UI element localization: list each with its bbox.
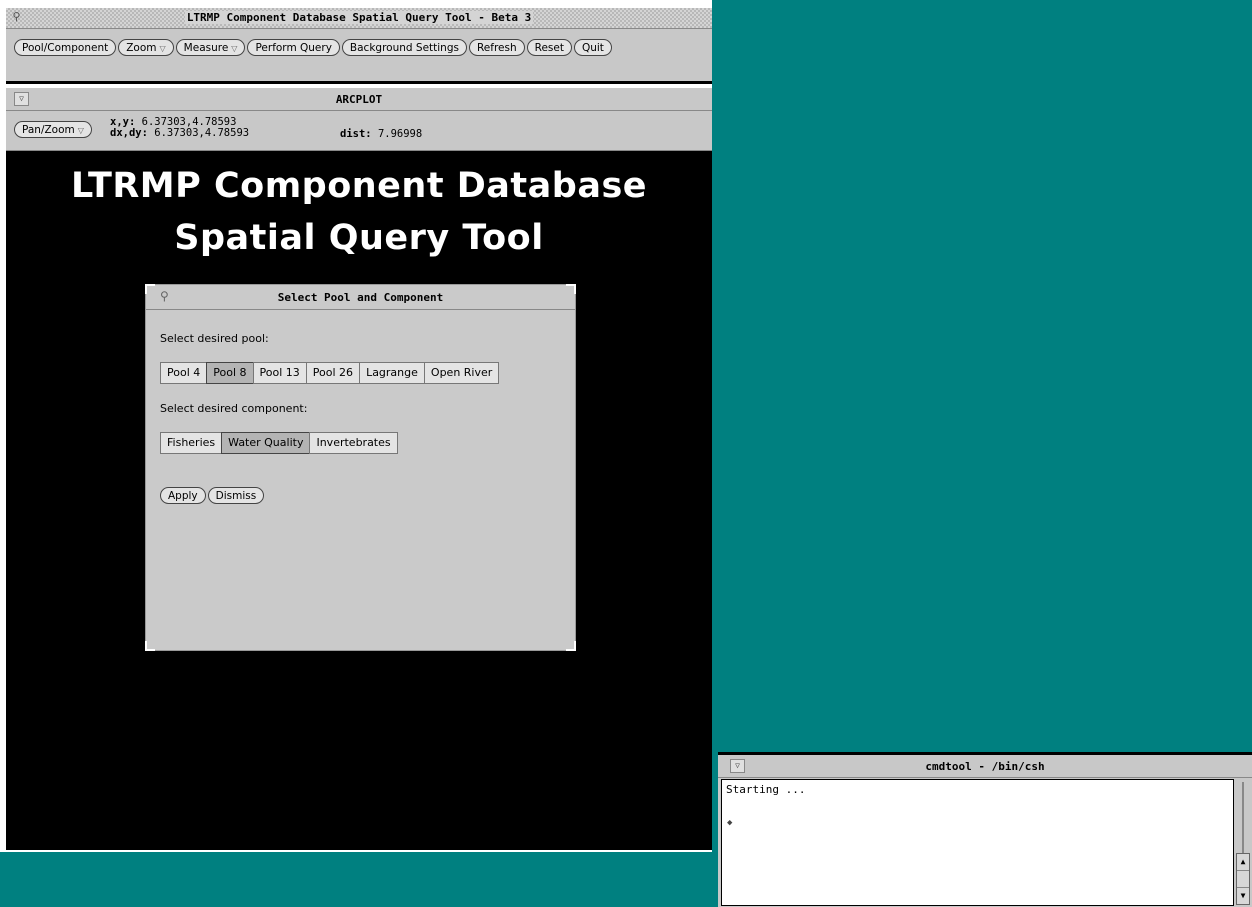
cmdtool-title: cmdtool - /bin/csh (925, 760, 1045, 773)
chevron-down-icon: ▽ (77, 126, 84, 135)
reset-label: Reset (534, 42, 564, 54)
dialog-titlebar[interactable]: ⚲ Select Pool and Component (146, 285, 575, 310)
dialog-actions: Apply Dismiss (160, 487, 266, 504)
measure-label: Measure (183, 42, 229, 54)
pool-option-lagrange[interactable]: Lagrange (359, 362, 425, 384)
chevron-down-icon: ▽ (159, 44, 166, 53)
pool-prompt: Select desired pool: (160, 332, 269, 345)
terminal-area[interactable]: Starting ... ◆ (721, 779, 1234, 906)
scroll-drag-area[interactable] (1237, 871, 1249, 888)
dist-value: 7.96998 (377, 128, 423, 140)
arcplot-titlebar[interactable]: ▽ ARCPLOT (6, 88, 712, 111)
pool-component-button[interactable]: Pool/Component (14, 39, 117, 56)
pool-option-open-river[interactable]: Open River (423, 362, 500, 384)
xy-readout: x,y: 6.37303,4.78593 dx,dy: 6.37303,4.78… (110, 117, 249, 139)
scroll-up-arrow-icon[interactable]: ▲ (1237, 854, 1249, 871)
dialog-corner-bl (145, 641, 155, 651)
reset-button[interactable]: Reset (526, 39, 572, 56)
perform-query-button[interactable]: Perform Query (247, 39, 340, 56)
zoom-label: Zoom (126, 42, 157, 54)
terminal-cursor: ◆ (727, 818, 733, 828)
chevron-down-icon: ▽ (231, 44, 238, 53)
pool-choice-group: Pool 4 Pool 8 Pool 13 Pool 26 Lagrange Open R… (160, 362, 500, 384)
dialog-title: Select Pool and Component (277, 291, 444, 304)
panzoom-menu-button[interactable]: Pan/Zoom ▽ (14, 121, 92, 138)
apply-button[interactable]: Apply (160, 487, 206, 504)
terminal-output: Starting ... (726, 783, 806, 796)
pool-option-13[interactable]: Pool 13 (252, 362, 307, 384)
main-window-title: LTRMP Component Database Spatial Query T… (184, 11, 534, 24)
measure-button[interactable]: Measure ▽ (175, 39, 246, 56)
dxdy-label: dx,dy: (110, 127, 148, 139)
zoom-button[interactable]: Zoom ▽ (118, 39, 174, 56)
component-prompt: Select desired component: (160, 402, 308, 415)
dist-label: dist: (340, 128, 372, 140)
component-option-invertebrates[interactable]: Invertebrates (309, 432, 398, 454)
component-choice-group: Fisheries Water Quality Invertebrates (160, 432, 398, 454)
pool-option-8[interactable]: Pool 8 (206, 362, 254, 384)
pool-option-26[interactable]: Pool 26 (305, 362, 361, 384)
cmdtool-window: ▽ cmdtool - /bin/csh Starting ... ◆ ▲ ▼ (718, 752, 1252, 907)
main-titlebar[interactable]: ⚲ LTRMP Component Database Spatial Query… (6, 8, 712, 29)
main-window-resize-handle[interactable] (6, 81, 712, 84)
dist-readout: dist: 7.96998 (340, 128, 422, 140)
refresh-label: Refresh (476, 42, 517, 54)
canvas-heading: LTRMP Component Database Spatial Query T… (10, 160, 708, 264)
component-option-fisheries[interactable]: Fisheries (160, 432, 223, 454)
component-option-water-quality[interactable]: Water Quality (221, 432, 311, 454)
perform-query-label: Perform Query (255, 42, 332, 54)
refresh-button[interactable]: Refresh (468, 39, 525, 56)
dialog-corner-br (566, 641, 576, 651)
panzoom-label: Pan/Zoom (22, 124, 75, 136)
pool-component-label: Pool/Component (22, 42, 109, 54)
main-control-window: ⚲ LTRMP Component Database Spatial Query… (6, 8, 712, 84)
dxdy-value: 6.37303,4.78593 (154, 127, 250, 139)
pool-option-4[interactable]: Pool 4 (160, 362, 208, 384)
background-settings-button[interactable]: Background Settings (341, 39, 467, 56)
quit-button[interactable]: Quit (573, 39, 612, 56)
main-toolbar: Pool/Component Zoom ▽ Measure ▽ Perform Query… (14, 39, 614, 56)
cmdtool-titlebar[interactable]: ▽ cmdtool - /bin/csh (718, 755, 1252, 778)
background-settings-label: Background Settings (349, 42, 459, 54)
scrollbar-elevator[interactable]: ▲ ▼ (1236, 853, 1250, 905)
scroll-down-arrow-icon[interactable]: ▼ (1237, 888, 1249, 904)
quit-label: Quit (581, 42, 604, 54)
heading-line-1: LTRMP Component Database (70, 166, 648, 206)
dismiss-button[interactable]: Dismiss (207, 487, 265, 504)
arcplot-title: ARCPLOT (335, 93, 383, 106)
heading-line-2: Spatial Query Tool (174, 218, 544, 258)
desktop-background-bottom (0, 852, 712, 907)
arcplot-status-bar: Pan/Zoom ▽ x,y: 6.37303,4.78593 dx,dy: 6.… (6, 111, 712, 151)
terminal-scrollbar[interactable]: ▲ ▼ (1236, 782, 1250, 905)
select-pool-dialog: ⚲ Select Pool and Component Select desir… (145, 284, 576, 651)
desktop-background (712, 0, 1252, 752)
